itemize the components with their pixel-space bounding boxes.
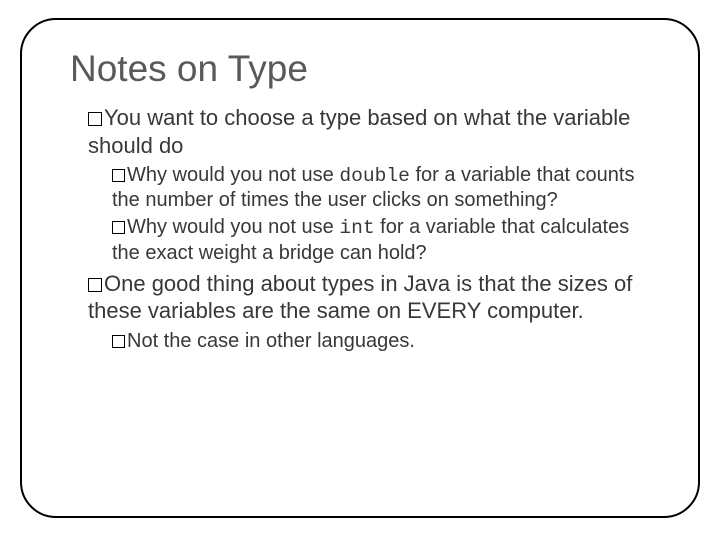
square-bullet-icon [88,278,102,292]
bullet-level1: You want to choose a type based on what … [70,104,658,159]
bullet-level2: Not the case in other languages. [70,329,658,354]
slide-frame: Notes on Type You want to choose a type … [20,18,700,518]
square-bullet-icon [112,169,125,182]
code-span: double [339,165,410,187]
bullet-text-pre: Why would you not use [127,164,339,186]
bullet-level1: One good thing about types in Java is th… [70,270,658,325]
bullet-level2: Why would you not use double for a varia… [70,163,658,213]
bullet-text-pre: Not the case in other languages. [127,330,415,352]
bullet-text: You want to choose a type based on what … [88,105,630,158]
bullet-level2: Why would you not use int for a variable… [70,215,658,265]
slide-title: Notes on Type [70,48,658,90]
bullet-text: One good thing about types in Java is th… [88,271,632,324]
bullet-text-pre: Why would you not use [127,216,339,238]
square-bullet-icon [112,335,125,348]
code-span: int [339,217,374,239]
square-bullet-icon [88,112,102,126]
square-bullet-icon [112,221,125,234]
